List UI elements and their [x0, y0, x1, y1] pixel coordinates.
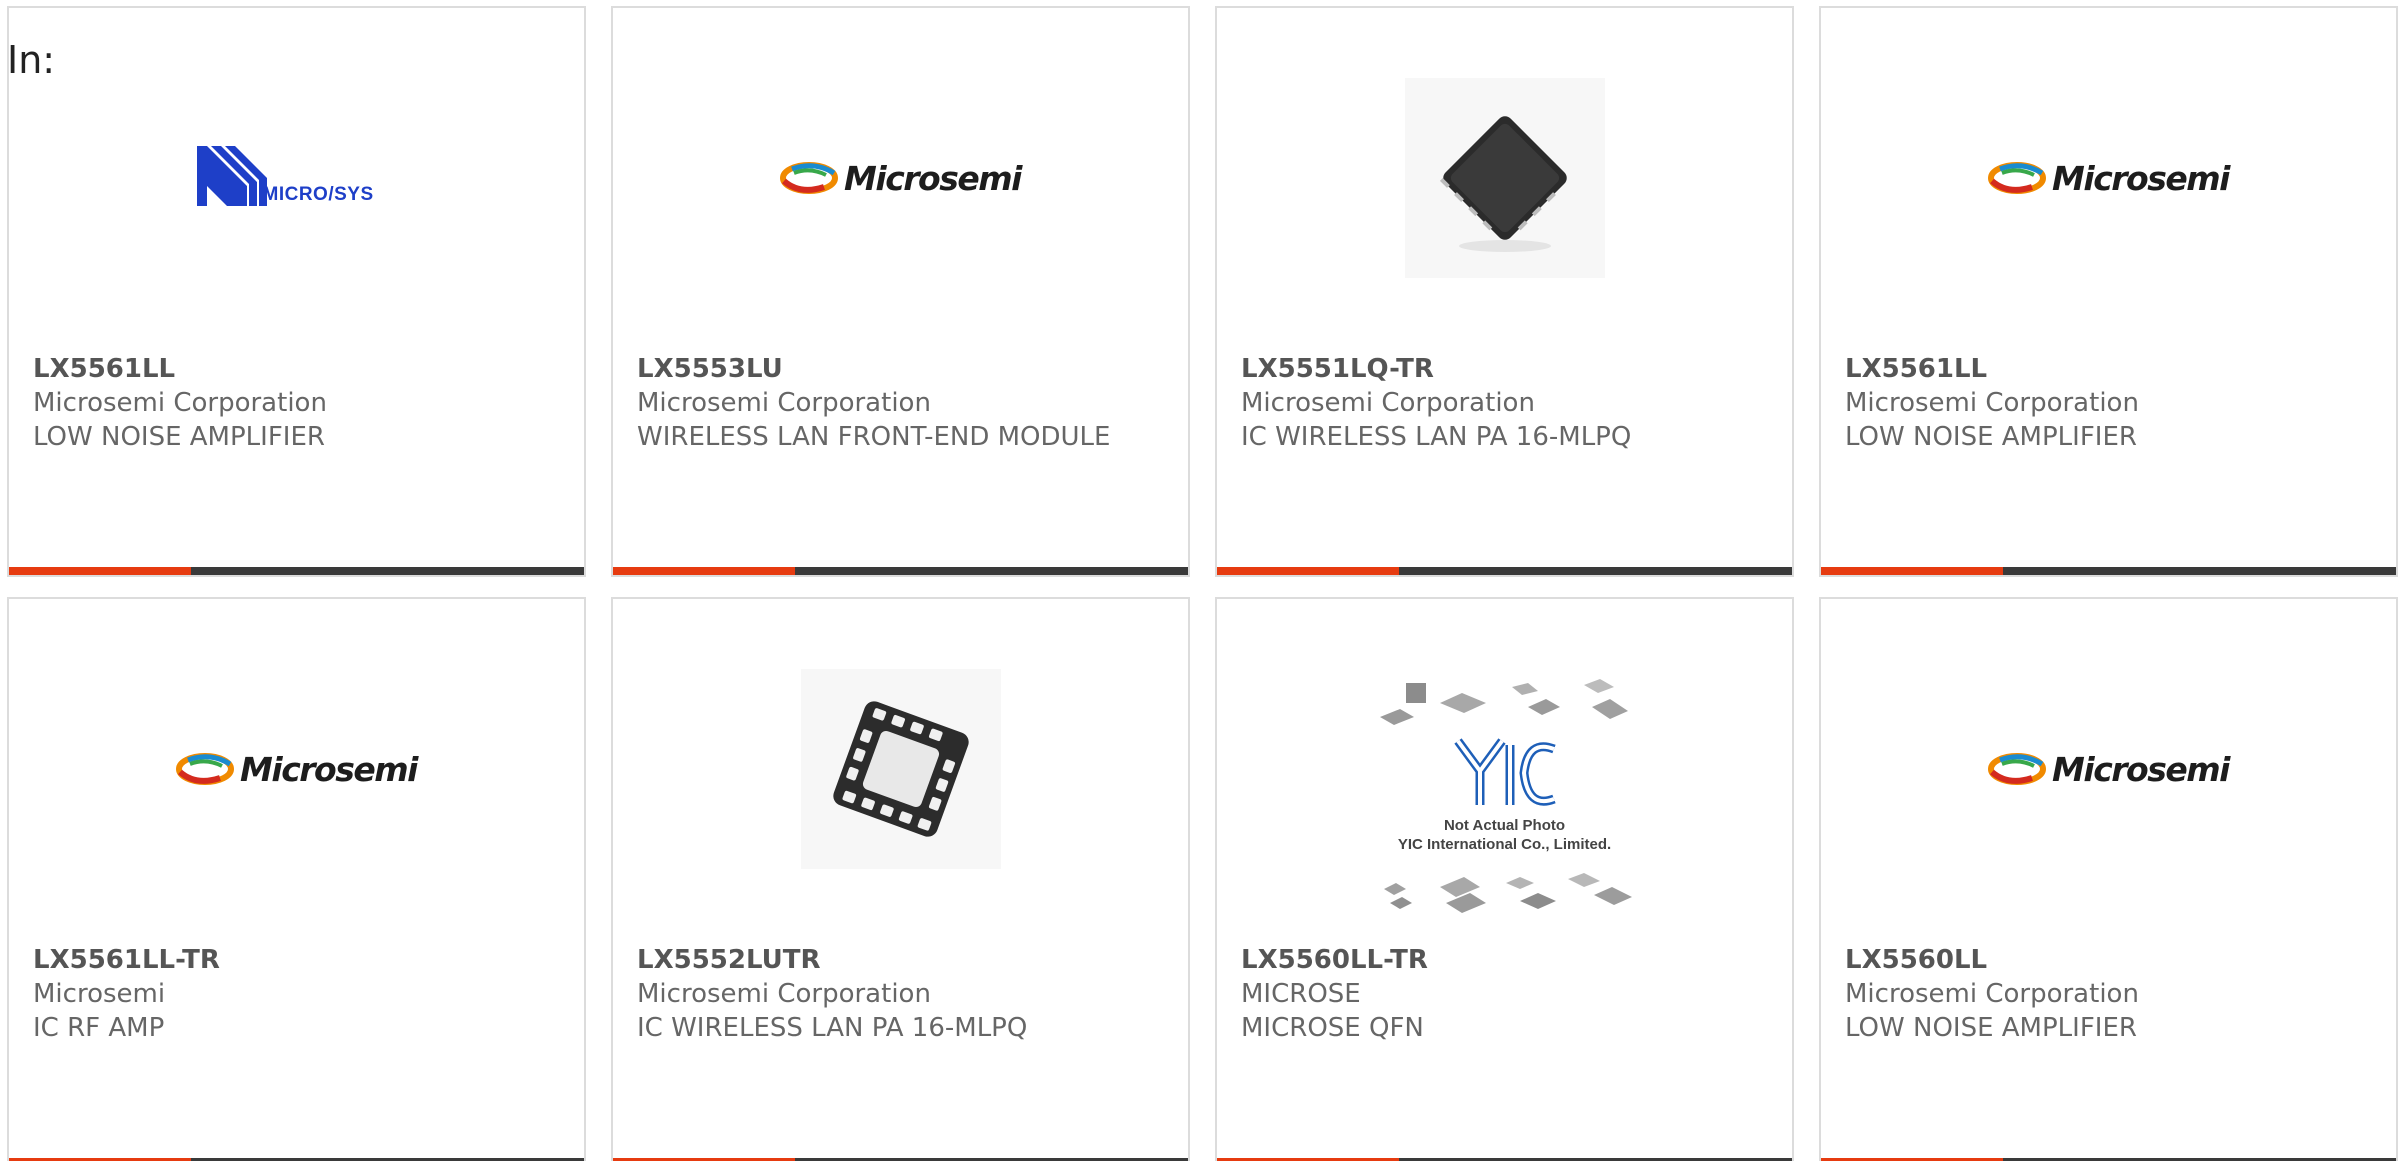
- card-bottom-bar: [613, 567, 1188, 575]
- micro-sys-logo-text: MICRO/SYS: [262, 184, 374, 205]
- microsemi-swirl-icon: [1988, 162, 2047, 194]
- product-info: LX5560LL Microsemi Corporation LOW NOISE…: [1845, 943, 2376, 1045]
- part-number[interactable]: LX5552LUTR: [637, 943, 1168, 977]
- product-card[interactable]: LX5552LUTR Microsemi Corporation IC WIRE…: [611, 597, 1190, 1161]
- placeholder-caption-1: Not Actual Photo: [1443, 817, 1566, 834]
- product-info: LX5561LL Microsemi Corporation LOW NOISE…: [33, 352, 564, 454]
- microsemi-logo-text: Microsemi: [2052, 749, 2230, 789]
- card-bottom-bar: [1821, 567, 2396, 575]
- card-bottom-bar: [1217, 567, 1792, 575]
- part-number[interactable]: LX5561LL-TR: [33, 943, 564, 977]
- product-card[interactable]: Not Actual Photo YIC International Co., …: [1215, 597, 1794, 1161]
- microsemi-swirl-icon: [780, 162, 839, 194]
- product-info: LX5560LL-TR MICROSE MICROSE QFN: [1241, 943, 1772, 1045]
- product-info: LX5561LL Microsemi Corporation LOW NOISE…: [1845, 352, 2376, 454]
- yic-logo-icon: [1453, 738, 1556, 806]
- manufacturer: Microsemi Corporation: [637, 388, 931, 418]
- description: IC RF AMP: [33, 1013, 165, 1043]
- manufacturer: MICROSE: [1241, 979, 1361, 1009]
- card-bottom-bar: [9, 567, 584, 575]
- description: LOW NOISE AMPLIFIER: [1845, 1013, 2137, 1043]
- yic-placeholder: Not Actual Photo YIC International Co., …: [1370, 679, 1640, 929]
- qfn-chip-icon: [1439, 116, 1567, 252]
- manufacturer: Microsemi: [33, 979, 166, 1009]
- in-label: In:: [7, 38, 56, 82]
- product-image[interactable]: [613, 659, 1188, 879]
- microsemi-logo: Microsemi: [780, 158, 1022, 198]
- mlpq-chip-icon: [832, 701, 969, 837]
- page: In: MICRO/SYS LX5561LL Microsemi Corpora…: [0, 0, 2400, 1161]
- description: LOW NOISE AMPLIFIER: [33, 422, 325, 452]
- product-card[interactable]: Microsemi LX5560LL Microsemi Corporation…: [1819, 597, 2398, 1161]
- microsemi-logo: Microsemi: [1988, 749, 2230, 789]
- product-info: LX5552LUTR Microsemi Corporation IC WIRE…: [637, 943, 1168, 1045]
- part-number[interactable]: LX5553LU: [637, 352, 1168, 386]
- description: MICROSE QFN: [1241, 1013, 1424, 1043]
- microsemi-swirl-icon: [1988, 753, 2047, 785]
- part-number[interactable]: LX5560LL: [1845, 943, 2376, 977]
- microsemi-logo: Microsemi: [1988, 158, 2230, 198]
- manufacturer: Microsemi Corporation: [1845, 388, 2139, 418]
- product-info: LX5551LQ-TR Microsemi Corporation IC WIR…: [1241, 352, 1772, 454]
- microsemi-logo-text: Microsemi: [240, 749, 418, 789]
- product-image[interactable]: [1217, 68, 1792, 288]
- microsemi-swirl-icon: [176, 753, 235, 785]
- product-image[interactable]: Microsemi: [1821, 659, 2396, 879]
- description: LOW NOISE AMPLIFIER: [1845, 422, 2137, 452]
- mlpq-chip-photo: [800, 669, 1001, 869]
- micro-sys-logo: MICRO/SYS: [196, 146, 397, 210]
- product-card[interactable]: LX5551LQ-TR Microsemi Corporation IC WIR…: [1215, 6, 1794, 577]
- card-accent-bar: [1821, 567, 2003, 575]
- product-card[interactable]: Microsemi LX5553LU Microsemi Corporation…: [611, 6, 1190, 577]
- card-accent-bar: [9, 567, 191, 575]
- part-number[interactable]: LX5551LQ-TR: [1241, 352, 1772, 386]
- product-card[interactable]: Microsemi LX5561LL-TR Microsemi IC RF AM…: [7, 597, 586, 1161]
- manufacturer: Microsemi Corporation: [637, 979, 931, 1009]
- product-info: LX5553LU Microsemi Corporation WIRELESS …: [637, 352, 1168, 454]
- manufacturer: Microsemi Corporation: [1845, 979, 2139, 1009]
- manufacturer: Microsemi Corporation: [1241, 388, 1535, 418]
- microsemi-logo-text: Microsemi: [844, 158, 1022, 198]
- card-accent-bar: [613, 567, 795, 575]
- product-image[interactable]: Not Actual Photo YIC International Co., …: [1217, 679, 1792, 929]
- part-number[interactable]: LX5561LL: [33, 352, 564, 386]
- product-image[interactable]: Microsemi: [9, 659, 584, 879]
- component-thumbnails-icon: [1383, 873, 1632, 913]
- manufacturer: Microsemi Corporation: [33, 388, 327, 418]
- description: IC WIRELESS LAN PA 16-MLPQ: [1241, 422, 1632, 452]
- qfn-chip-photo: [1404, 78, 1605, 278]
- product-image[interactable]: Microsemi: [1821, 68, 2396, 288]
- placeholder-caption-2: YIC International Co., Limited.: [1397, 836, 1612, 853]
- microsemi-logo: Microsemi: [176, 749, 418, 789]
- product-image[interactable]: Microsemi: [613, 68, 1188, 288]
- product-card[interactable]: MICRO/SYS LX5561LL Microsemi Corporation…: [7, 6, 586, 577]
- microsemi-logo-text: Microsemi: [2052, 158, 2230, 198]
- product-image[interactable]: MICRO/SYS: [9, 68, 584, 288]
- part-number[interactable]: LX5560LL-TR: [1241, 943, 1772, 977]
- description: IC WIRELESS LAN PA 16-MLPQ: [637, 1013, 1028, 1043]
- product-info: LX5561LL-TR Microsemi IC RF AMP: [33, 943, 564, 1045]
- product-card[interactable]: Microsemi LX5561LL Microsemi Corporation…: [1819, 6, 2398, 577]
- part-number[interactable]: LX5561LL: [1845, 352, 2376, 386]
- card-accent-bar: [1217, 567, 1399, 575]
- description: WIRELESS LAN FRONT-END MODULE: [637, 422, 1111, 452]
